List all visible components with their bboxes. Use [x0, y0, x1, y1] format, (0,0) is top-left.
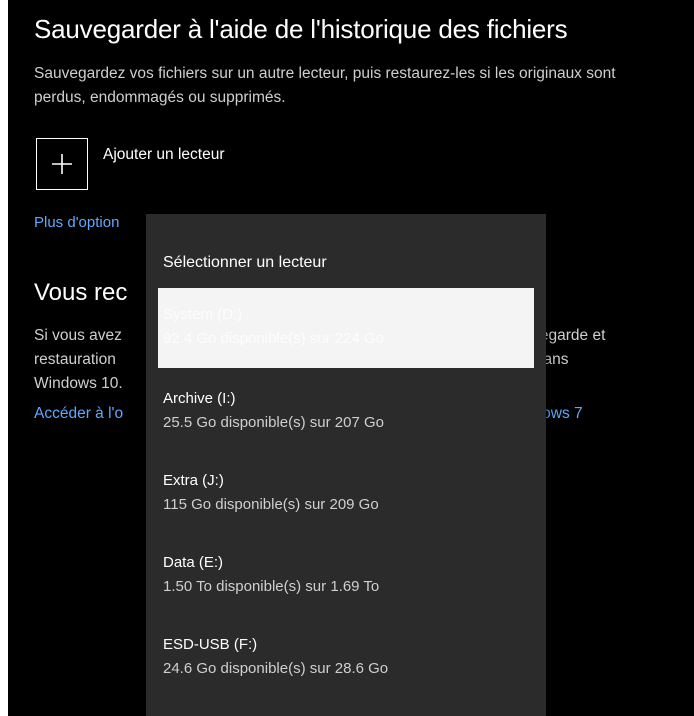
drive-name: ESD-USB (F:): [163, 636, 258, 653]
dropdown-header: Sélectionner un lecteur: [163, 254, 327, 271]
drive-item-esd-usb[interactable]: ESD-USB (F:) 24.6 Go disponible(s) sur 2…: [158, 618, 534, 698]
drive-name: Extra (J:): [163, 472, 224, 489]
more-options-link[interactable]: Plus d'option: [34, 214, 119, 231]
plus-icon: [52, 154, 72, 174]
drive-info: 115 Go disponible(s) sur 209 Go: [163, 496, 379, 513]
drive-item-archive[interactable]: Archive (I:) 25.5 Go disponible(s) sur 2…: [158, 372, 534, 452]
drive-name: Data (E:): [163, 554, 224, 571]
drive-info: 24.6 Go disponible(s) sur 28.6 Go: [163, 660, 389, 677]
section-line1-start: Si vous avez: [34, 327, 122, 344]
page-title: Sauvegarder à l'aide de l'historique des…: [34, 14, 568, 44]
section-link-end: ows 7: [542, 405, 583, 422]
section-line3-start: Windows 10.: [34, 375, 123, 392]
drive-item-system[interactable]: System (D:) 92.4 Go disponible(s) sur 22…: [158, 288, 534, 368]
drive-item-extra[interactable]: Extra (J:) 115 Go disponible(s) sur 209 …: [158, 454, 534, 534]
settings-window: Sauvegarder à l'aide de l'historique des…: [8, 0, 694, 716]
section-link-start: Accéder à l'o: [34, 405, 124, 422]
page-description: Sauvegardez vos fichiers sur un autre le…: [34, 65, 616, 106]
drive-name: Archive (I:): [163, 390, 236, 407]
section-line2-start: restauration: [34, 351, 116, 368]
add-drive-tile[interactable]: [36, 138, 88, 190]
drive-info: 1.50 To disponible(s) sur 1.69 To: [163, 578, 380, 595]
add-drive-label: Ajouter un lecteur: [103, 146, 225, 163]
drive-name: System (D:): [163, 306, 243, 323]
drive-info: 92.4 Go disponible(s) sur 224 Go: [163, 330, 384, 347]
drive-item-data[interactable]: Data (E:) 1.50 To disponible(s) sur 1.69…: [158, 536, 534, 616]
section-line1-end: egarde et: [539, 327, 606, 344]
drive-select-dropdown: Sélectionner un lecteur System (D:) 92.4…: [146, 214, 546, 716]
drive-info: 25.5 Go disponible(s) sur 207 Go: [163, 414, 384, 431]
section-title-start: Vous rec: [34, 279, 128, 306]
